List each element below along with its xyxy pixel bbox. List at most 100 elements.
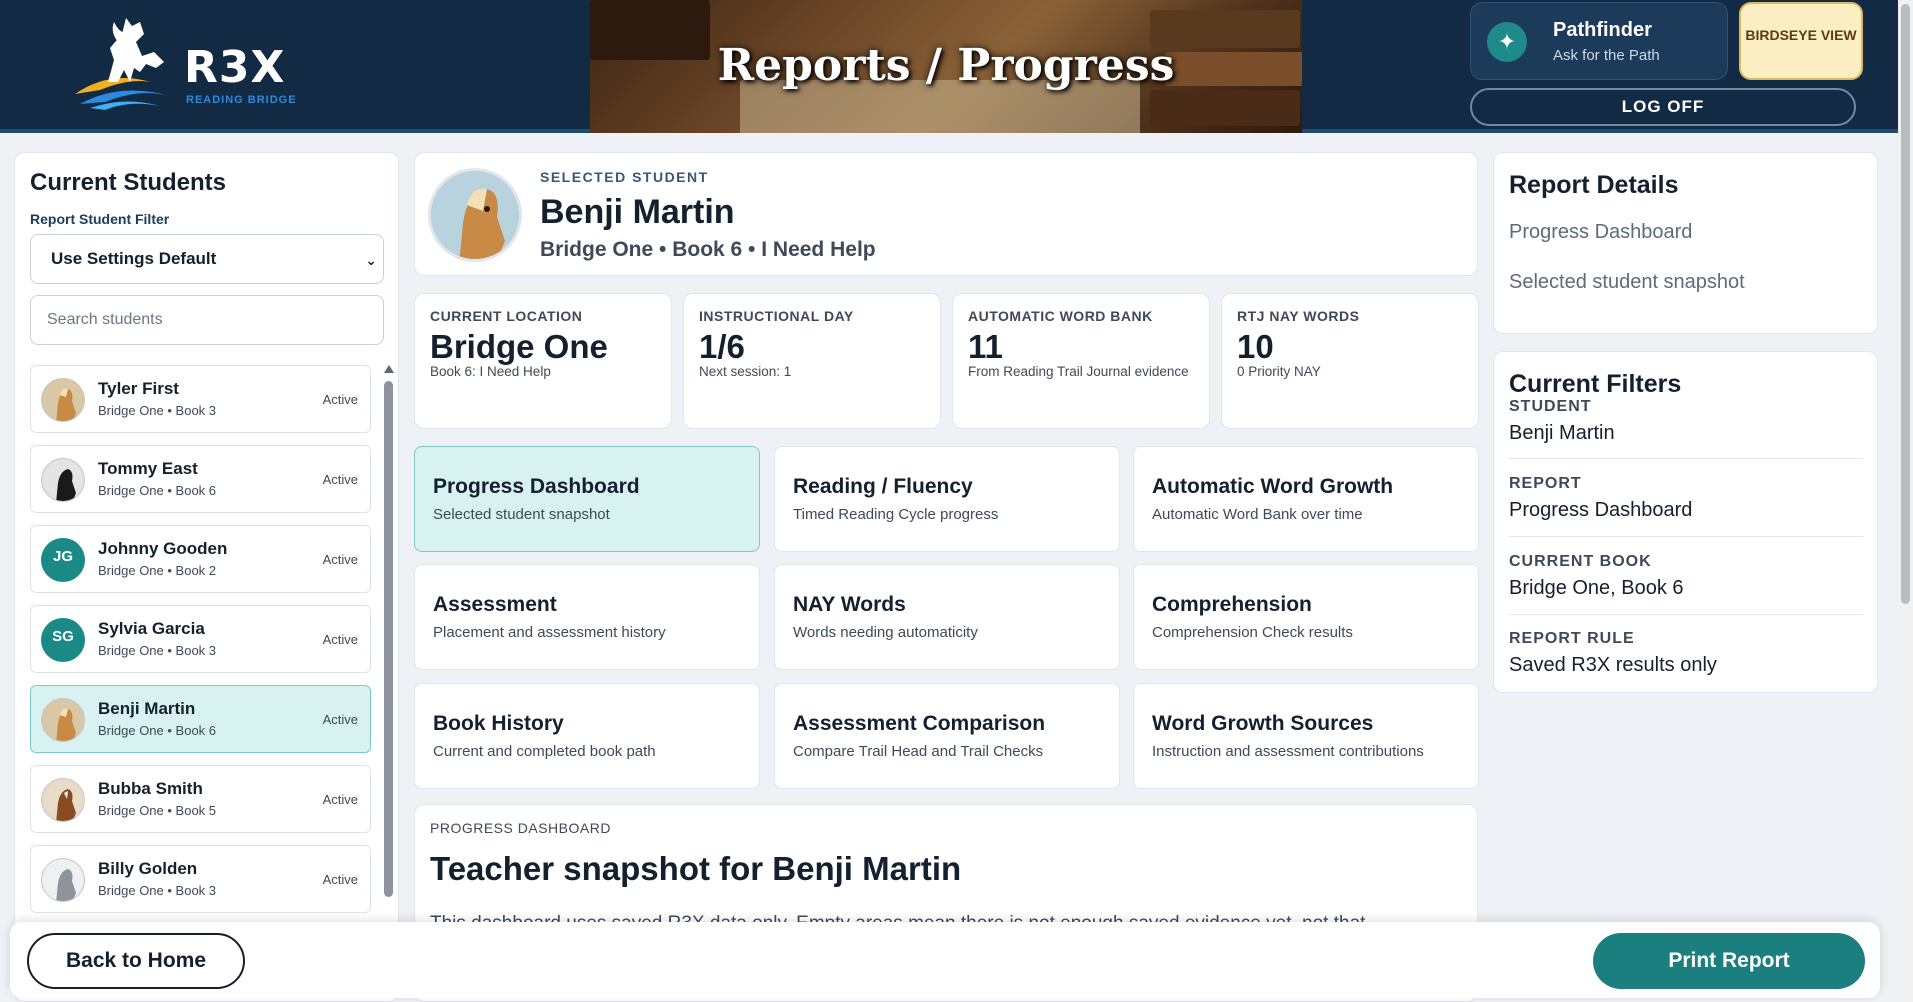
filter-value: Bridge One, Book 6: [1509, 577, 1684, 599]
logo-subtitle: READING BRIDGE: [186, 94, 297, 106]
report-tile-title: Progress Dashboard: [433, 475, 640, 498]
student-book: Bridge One • Book 3: [98, 883, 217, 898]
stat-sub: 0 Priority NAY: [1237, 364, 1321, 379]
stat-label: CURRENT LOCATION: [430, 308, 583, 324]
print-report-button[interactable]: Print Report: [1593, 933, 1865, 989]
pathfinder-title: Pathfinder: [1553, 19, 1652, 41]
report-tile-word-growth-sources[interactable]: Word Growth Sources Instruction and asse…: [1133, 683, 1479, 789]
student-list-scrollbar[interactable]: [381, 365, 395, 1002]
bay-horse-avatar: [41, 778, 85, 822]
student-list-scrollbar-thumb[interactable]: [384, 381, 393, 897]
report-tile-title: Reading / Fluency: [793, 475, 973, 498]
student-status: Active: [322, 472, 358, 487]
page-scrollbar-thumb[interactable]: [1901, 4, 1910, 604]
report-details-item: Selected student snapshot: [1509, 271, 1745, 293]
back-to-home-button[interactable]: Back to Home: [27, 933, 245, 989]
student-item-johnny-gooden[interactable]: JG Johnny Gooden Bridge One • Book 2 Act…: [30, 525, 371, 593]
student-status: Active: [322, 552, 358, 567]
student-item-tommy-east[interactable]: Tommy East Bridge One • Book 6 Active: [30, 445, 371, 513]
selected-student-location: Bridge One • Book 6 • I Need Help: [540, 238, 876, 261]
current-filters-title: Current Filters: [1509, 370, 1682, 398]
student-book: Bridge One • Book 6: [98, 483, 217, 498]
filter-value: Progress Dashboard: [1509, 499, 1693, 521]
report-tile-title: Assessment Comparison: [793, 712, 1046, 735]
student-book: Bridge One • Book 6: [98, 723, 217, 738]
selected-student-label: SELECTED STUDENT: [540, 169, 709, 185]
chevron-down-icon: ⌄: [365, 252, 377, 268]
search-students-input[interactable]: [30, 295, 384, 345]
student-item-billy-golden[interactable]: Billy Golden Bridge One • Book 3 Active: [30, 845, 371, 913]
r3x-logo[interactable]: R3X READING BRIDGE: [70, 12, 310, 118]
report-tile-comprehension[interactable]: Comprehension Comprehension Check result…: [1133, 564, 1479, 670]
palomino-horse-avatar: [428, 168, 522, 262]
report-tile-subtitle: Selected student snapshot: [433, 506, 610, 523]
divider: [1509, 536, 1863, 537]
palomino-horse-avatar: [41, 698, 85, 742]
report-tile-book-history[interactable]: Book History Current and completed book …: [414, 683, 760, 789]
report-tile-assessment[interactable]: Assessment Placement and assessment hist…: [414, 564, 760, 670]
initials-avatar: JG: [41, 538, 85, 582]
scroll-up-arrow-icon[interactable]: [384, 365, 394, 373]
filter-label: STUDENT: [1509, 398, 1592, 415]
pathfinder-button[interactable]: ✦ Pathfinder Ask for the Path: [1470, 2, 1728, 80]
report-details-item: Progress Dashboard: [1509, 221, 1693, 243]
student-item-sylvia-garcia[interactable]: SG Sylvia Garcia Bridge One • Book 3 Act…: [30, 605, 371, 673]
app-header: R3X READING BRIDGE Reports / Progress ✦ …: [0, 0, 1898, 133]
student-item-benji-martin[interactable]: Benji Martin Bridge One • Book 6 Active: [30, 685, 371, 753]
report-tile-reading-fluency[interactable]: Reading / Fluency Timed Reading Cycle pr…: [774, 446, 1120, 552]
stat-current-location: CURRENT LOCATION Bridge One Book 6: I Ne…: [414, 293, 672, 429]
filter-row-report: REPORT Progress Dashboard: [1509, 475, 1863, 522]
filter-value: Saved R3X results only: [1509, 654, 1717, 676]
report-tile-subtitle: Instruction and assessment contributions: [1152, 743, 1424, 760]
stat-label: RTJ NAY WORDS: [1237, 308, 1360, 324]
student-status: Active: [322, 792, 358, 807]
page-title: Reports / Progress: [717, 40, 1175, 91]
bottom-action-bar: Back to Home Print Report: [10, 922, 1880, 998]
report-tile-subtitle: Comprehension Check results: [1152, 624, 1353, 641]
page-scrollbar[interactable]: [1898, 0, 1913, 1002]
stat-rtj-nay-words: RTJ NAY WORDS 10 0 Priority NAY: [1221, 293, 1479, 429]
stat-instructional-day: INSTRUCTIONAL DAY 1/6 Next session: 1: [683, 293, 941, 429]
dashboard-title: Teacher snapshot for Benji Martin: [430, 850, 962, 887]
report-tile-automatic-word-growth[interactable]: Automatic Word Growth Automatic Word Ban…: [1133, 446, 1479, 552]
filter-row-current-book: CURRENT BOOK Bridge One, Book 6: [1509, 553, 1863, 600]
report-tile-subtitle: Timed Reading Cycle progress: [793, 506, 999, 523]
report-tile-nay-words[interactable]: NAY Words Words needing automaticity: [774, 564, 1120, 670]
current-students-panel: Current Students Report Student Filter U…: [14, 152, 399, 1002]
report-tile-title: Word Growth Sources: [1152, 712, 1374, 735]
logo-text: R3X: [184, 42, 286, 93]
report-details-title: Report Details: [1509, 171, 1679, 199]
stat-value: Bridge One: [430, 328, 608, 365]
report-tile-progress-dashboard[interactable]: Progress Dashboard Selected student snap…: [414, 446, 760, 552]
report-tile-subtitle: Automatic Word Bank over time: [1152, 506, 1363, 523]
stat-sub: From Reading Trail Journal evidence: [968, 364, 1189, 379]
student-item-tyler-first[interactable]: Tyler First Bridge One • Book 3 Active: [30, 365, 371, 433]
grey-horse-avatar: [41, 858, 85, 902]
report-tile-subtitle: Words needing automaticity: [793, 624, 978, 641]
report-tile-assessment-comparison[interactable]: Assessment Comparison Compare Trail Head…: [774, 683, 1120, 789]
student-item-bubba-smith[interactable]: Bubba Smith Bridge One • Book 5 Active: [30, 765, 371, 833]
black-horse-avatar: [41, 458, 85, 502]
horse-logo-icon: [75, 18, 170, 110]
stat-sub: Book 6: I Need Help: [430, 364, 551, 379]
log-off-button[interactable]: LOG OFF: [1470, 88, 1856, 126]
stat-value: 1/6: [699, 328, 745, 365]
student-list: Tyler First Bridge One • Book 3 Active T…: [30, 365, 371, 1002]
student-status: Active: [322, 712, 358, 727]
stat-value: 10: [1237, 328, 1274, 365]
student-book: Bridge One • Book 2: [98, 563, 217, 578]
birdseye-view-button[interactable]: BIRDSEYE VIEW: [1739, 2, 1863, 80]
student-filter-select[interactable]: Use Settings Default ⌄: [30, 234, 384, 284]
filter-row-student: STUDENT Benji Martin: [1509, 398, 1863, 445]
stat-value: 11: [968, 328, 1003, 365]
report-tile-subtitle: Compare Trail Head and Trail Checks: [793, 743, 1044, 760]
student-filter-value: Use Settings Default: [51, 249, 217, 268]
divider: [1509, 614, 1863, 615]
student-book: Bridge One • Book 5: [98, 803, 217, 818]
student-status: Active: [322, 632, 358, 647]
report-tile-subtitle: Placement and assessment history: [433, 624, 666, 641]
filter-label: REPORT: [1509, 475, 1582, 492]
student-status: Active: [322, 392, 358, 407]
student-name: Sylvia Garcia: [98, 619, 205, 638]
banner-image: Reports / Progress: [590, 0, 1302, 133]
